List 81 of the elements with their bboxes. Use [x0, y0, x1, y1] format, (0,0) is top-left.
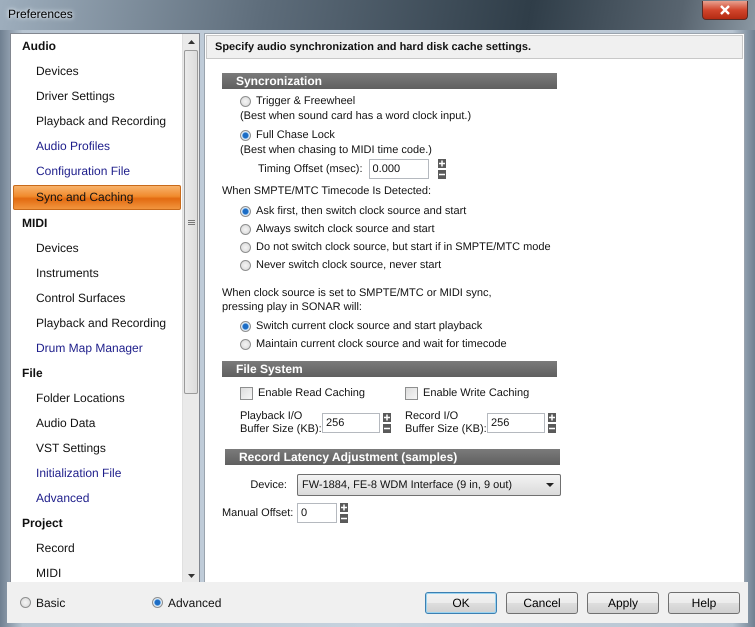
checkbox-label: Enable Write Caching — [423, 387, 530, 399]
sidebar-item[interactable]: Sync and Caching — [13, 185, 181, 210]
field-label: Timing Offset (msec): — [258, 162, 363, 174]
close-button[interactable] — [702, 1, 748, 20]
sidebar-item[interactable]: Initialization File — [11, 461, 182, 486]
device-dropdown[interactable]: FW-1884, FE-8 WDM Interface (9 in, 9 out) — [297, 474, 561, 496]
dropdown-arrow-icon — [546, 483, 554, 487]
checkbox-label: Enable Read Caching — [258, 387, 366, 399]
spin-buttons[interactable] — [340, 503, 348, 523]
radio-button[interactable] — [240, 130, 251, 140]
sidebar-item[interactable]: Devices — [11, 59, 182, 84]
field-label: Record I/O Buffer Size (KB): — [405, 410, 487, 436]
field-label: Playback I/O Buffer Size (KB): — [240, 410, 322, 436]
sidebar-item[interactable]: Control Surfaces — [11, 286, 182, 311]
radio-button[interactable] — [152, 597, 163, 608]
sidebar-item[interactable]: Instruments — [11, 261, 182, 286]
radio-label: Ask first, then switch clock source and start — [256, 205, 466, 217]
sidebar-item[interactable]: Folder Locations — [11, 386, 182, 411]
group-label: When clock source is set to SMPTE/MTC or MIDI sync, pressing play in SONAR will: — [222, 286, 493, 314]
scroll-down-icon[interactable] — [188, 574, 194, 578]
field-label: Manual Offset: — [222, 507, 294, 519]
radio-button[interactable] — [240, 242, 251, 252]
sidebar-item[interactable]: Configuration File — [11, 159, 182, 184]
radio-button[interactable] — [20, 597, 31, 608]
dialog-button[interactable]: Apply — [587, 592, 659, 614]
dialog-button[interactable]: OK — [425, 592, 497, 614]
sidebar-item[interactable]: Drum Map Manager — [11, 336, 182, 361]
sidebar-item[interactable]: MIDI — [11, 561, 182, 586]
radio-button[interactable] — [240, 224, 251, 234]
grip-icon — [188, 218, 194, 226]
option-note: (Best when sound card has a word clock input.) — [239, 109, 472, 124]
option-note: (Best when chasing to MIDI time code.) — [239, 143, 433, 158]
radio-label: Never switch clock source, never start — [256, 259, 442, 271]
radio-label: Trigger & Freewheel — [256, 95, 356, 107]
sidebar-item[interactable]: Advanced — [11, 486, 182, 511]
radio-button[interactable] — [240, 320, 251, 332]
radio-button[interactable] — [240, 260, 251, 270]
input-field[interactable]: 0 — [297, 503, 337, 523]
radio-label: Do not switch clock source, but start if in SMPTE/MTC mode — [256, 241, 551, 253]
scrollbar[interactable] — [182, 34, 199, 584]
dialog-button[interactable]: Help — [668, 592, 740, 614]
sidebar-item[interactable]: Record — [11, 536, 182, 561]
sidebar-item[interactable]: Playback and Recording — [11, 109, 182, 134]
radio-label: Advanced — [168, 596, 222, 610]
sidebar-item[interactable]: VST Settings — [11, 436, 182, 461]
checkbox[interactable] — [405, 386, 418, 400]
category-heading: Project — [21, 515, 64, 532]
spin-buttons[interactable] — [438, 158, 446, 178]
radio-label: Full Chase Lock — [256, 129, 335, 141]
page-description: Specify audio synchronization and hard disk cache settings. — [206, 35, 743, 59]
spin-buttons[interactable] — [383, 413, 391, 433]
dialog-button[interactable]: Cancel — [506, 592, 578, 614]
category-heading: MIDI — [21, 215, 48, 232]
radio-label: Switch current clock source and start playback — [256, 320, 482, 332]
radio-label: Maintain current clock source and wait for timecode — [256, 338, 507, 350]
scroll-thumb[interactable] — [184, 50, 198, 394]
input-field[interactable]: 0.000 — [368, 158, 429, 178]
spin-buttons[interactable] — [548, 413, 556, 433]
radio-label: Always switch clock source and start — [256, 223, 435, 235]
section-heading: Syncronization — [222, 73, 557, 89]
field-label: Device: — [249, 479, 287, 491]
radio-button[interactable] — [240, 96, 251, 106]
sidebar-item[interactable]: Audio Profiles — [11, 134, 182, 159]
sidebar-item[interactable]: Audio Data — [11, 411, 182, 436]
sidebar-item[interactable]: Driver Settings — [11, 84, 182, 109]
section-heading: File System — [222, 361, 557, 377]
window-title: Preferences — [8, 7, 73, 21]
radio-button[interactable] — [240, 206, 251, 216]
close-icon — [719, 5, 731, 15]
group-label: When SMPTE/MTC Timecode Is Detected: — [222, 185, 432, 197]
sidebar-item[interactable]: Devices — [11, 236, 182, 261]
category-heading: Audio — [21, 38, 57, 55]
checkbox[interactable] — [240, 386, 253, 400]
input-field[interactable]: 256 — [322, 413, 380, 433]
sidebar-item[interactable]: Playback and Recording — [11, 311, 182, 336]
section-heading: Record Latency Adjustment (samples) — [225, 449, 560, 465]
radio-label: Basic — [36, 596, 66, 610]
scroll-up-icon[interactable] — [188, 40, 194, 44]
radio-button[interactable] — [240, 338, 251, 350]
input-field[interactable]: 256 — [487, 413, 545, 433]
category-heading: File — [21, 365, 44, 382]
